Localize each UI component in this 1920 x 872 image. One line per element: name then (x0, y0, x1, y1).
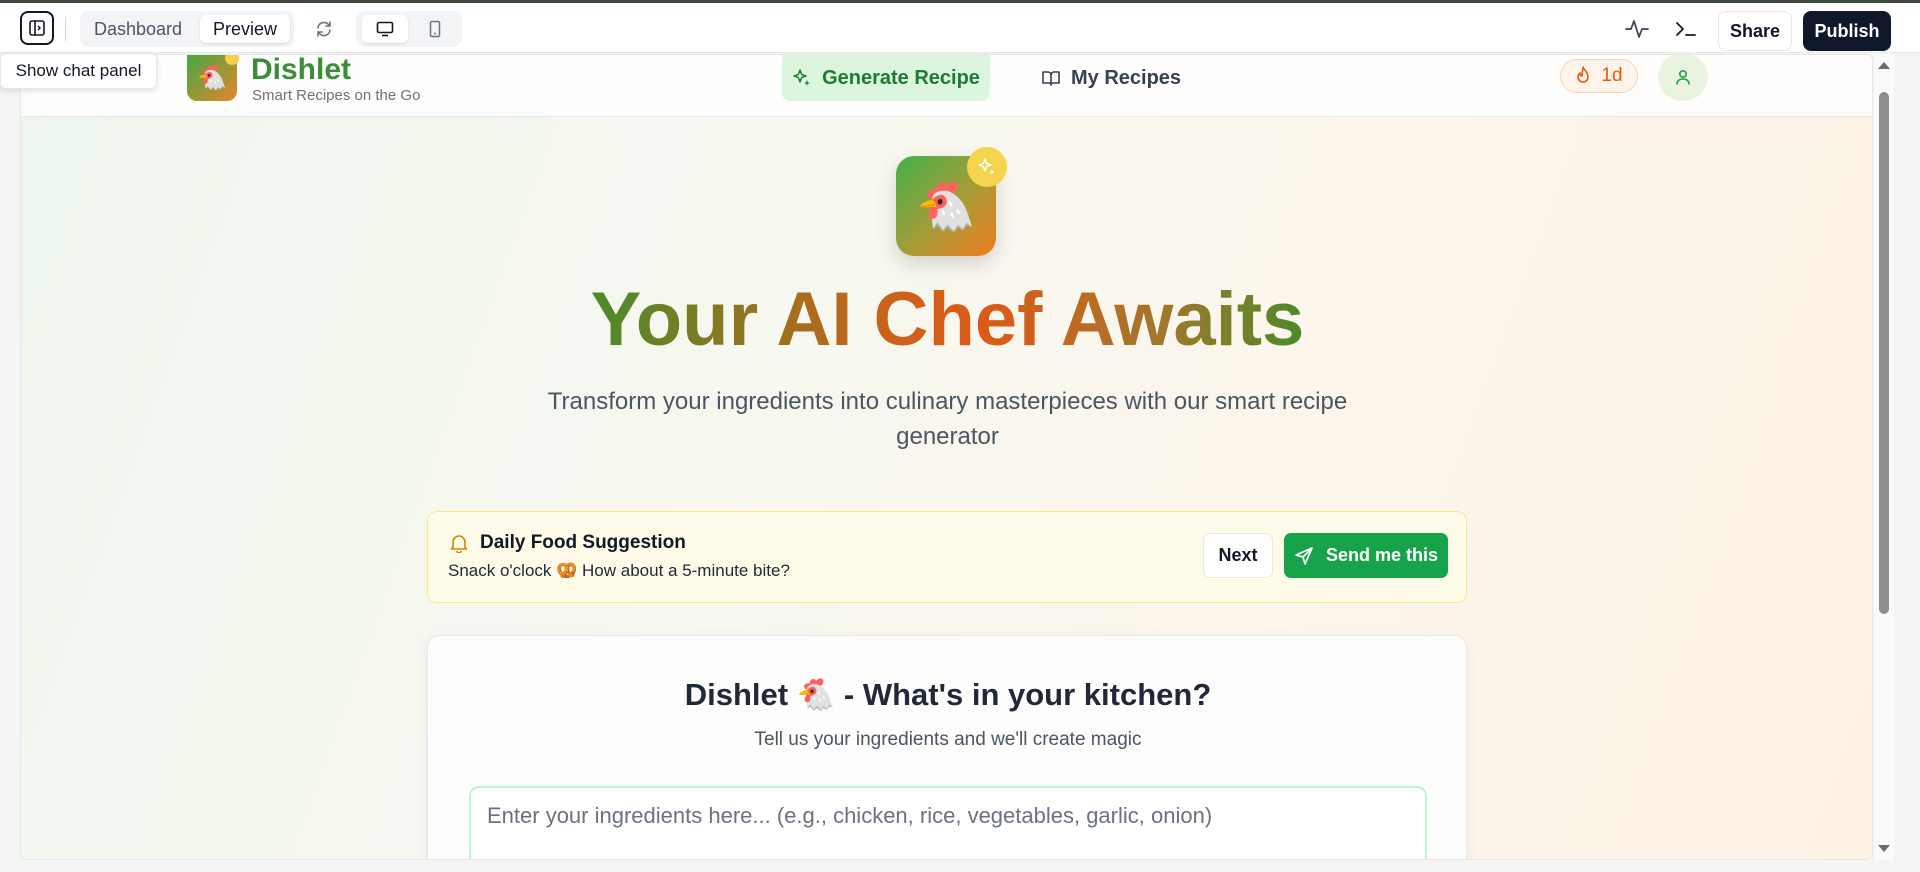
suggestion-text: Snack o'clock 🥨 How about a 5-minute bit… (448, 561, 790, 580)
publish-button[interactable]: Publish (1803, 11, 1891, 51)
send-icon (1295, 546, 1313, 565)
window-bottom-bar (0, 860, 1920, 872)
mobile-view-button[interactable] (412, 15, 458, 43)
user-icon (1676, 69, 1690, 85)
sparkles-icon (793, 69, 811, 86)
scroll-down-arrow[interactable] (1878, 845, 1890, 852)
view-tabs: Dashboard Preview (80, 11, 294, 47)
desktop-view-button[interactable] (362, 15, 408, 43)
sidebar-toggle-button[interactable] (20, 11, 54, 45)
hero-subtitle: Transform your ingredients into culinary… (547, 388, 1348, 450)
next-suggestion-button[interactable]: Next (1203, 533, 1273, 578)
activity-button[interactable] (1623, 15, 1651, 43)
ingredients-input[interactable] (469, 786, 1427, 859)
brand-tagline: Smart Recipes on the Go (252, 87, 421, 104)
tab-dashboard[interactable]: Dashboard (86, 15, 190, 43)
send-suggestion-label: Send me this (1325, 545, 1439, 565)
chicken-icon: 🐔 (197, 64, 227, 92)
nav-generate-recipe[interactable]: Generate Recipe (782, 55, 990, 101)
hero-title: Your AI Chef Awaits (590, 277, 1305, 362)
terminal-icon (1676, 22, 1696, 36)
tab-preview[interactable]: Preview (200, 15, 290, 43)
brand-name[interactable]: Dishlet (251, 55, 351, 87)
nav-my-recipes-label: My Recipes (1071, 66, 1182, 89)
nav-my-recipes[interactable]: My Recipes (1041, 55, 1181, 101)
ingredients-card: Dishlet 🐔 - What's in your kitchen? Tell… (427, 635, 1467, 859)
preview-frame: 🐔 Dishlet Smart Recipes on the Go Genera… (20, 54, 1873, 860)
daily-suggestion-card: Daily Food Suggestion Snack o'clock 🥨 Ho… (427, 511, 1467, 603)
preview-scrollbar[interactable] (1874, 54, 1894, 860)
desktop-icon (376, 21, 394, 37)
ingredients-title: Dishlet 🐔 - What's in your kitchen? (684, 677, 1212, 712)
flame-icon (1577, 66, 1590, 83)
app-header: 🐔 Dishlet Smart Recipes on the Go Genera… (21, 55, 1872, 117)
hero-sparkle-badge (967, 147, 1007, 187)
streak-count: 1d (1601, 65, 1623, 86)
sparkles-icon (978, 158, 995, 175)
terminal-button[interactable] (1672, 15, 1700, 43)
refresh-button[interactable] (312, 17, 336, 41)
book-open-icon (1042, 71, 1060, 86)
chicken-icon: 🐔 (916, 180, 976, 234)
suggestion-title: Daily Food Suggestion (480, 532, 686, 553)
ingredients-subtitle: Tell us your ingredients and we'll creat… (754, 729, 1142, 750)
device-toggle (356, 11, 462, 47)
share-button[interactable]: Share (1718, 11, 1792, 51)
suggestion-heading: Daily Food Suggestion (450, 532, 686, 554)
nav-generate-label: Generate Recipe (822, 66, 980, 89)
user-avatar-button[interactable] (1658, 55, 1708, 101)
scroll-up-arrow[interactable] (1878, 62, 1890, 69)
send-suggestion-button[interactable]: Send me this (1284, 533, 1448, 578)
refresh-icon (317, 21, 331, 37)
activity-icon (1625, 20, 1649, 38)
bell-icon (450, 535, 468, 553)
mobile-icon (429, 20, 441, 38)
toolbar-divider (65, 17, 66, 41)
chat-panel-tooltip: Show chat panel (0, 53, 157, 89)
scrollbar-thumb[interactable] (1879, 92, 1889, 614)
editor-toolbar: Dashboard Preview Share Publish (0, 3, 1920, 53)
streak-badge[interactable]: 1d (1560, 59, 1638, 93)
sidebar-toggle-icon (29, 20, 45, 36)
